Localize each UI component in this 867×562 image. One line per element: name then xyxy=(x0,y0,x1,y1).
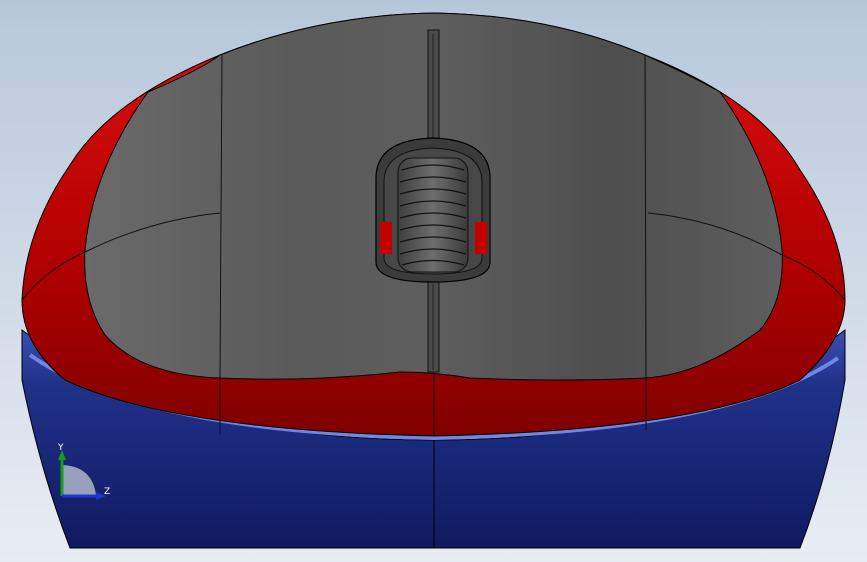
triad-arc xyxy=(62,465,96,495)
opening-red-right xyxy=(475,222,487,254)
z-axis-label: Z xyxy=(104,487,110,497)
y-axis-label: Y xyxy=(57,443,64,453)
opening-red-left xyxy=(380,222,392,254)
axis-triad[interactable]: Y Z xyxy=(52,440,122,510)
mouse-model-view[interactable] xyxy=(0,0,867,562)
scroll-wheel xyxy=(397,157,469,273)
graphics-viewport[interactable]: Y Z xyxy=(0,0,867,562)
